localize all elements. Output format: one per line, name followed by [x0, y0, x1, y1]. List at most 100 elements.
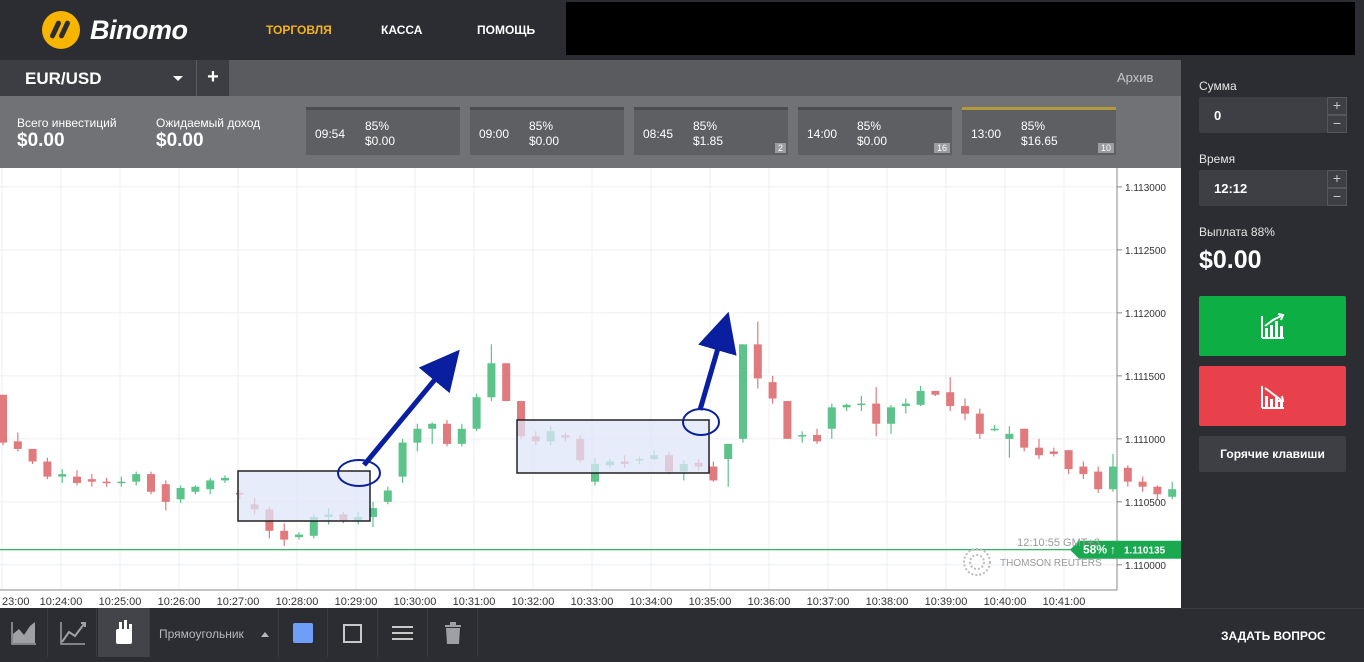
- add-asset-button[interactable]: +: [197, 60, 229, 96]
- deal-card[interactable]: 14:00 85% $0.00 16: [798, 107, 952, 155]
- x-tick-label: 10:31:00: [453, 596, 496, 608]
- time-decrease-button[interactable]: −: [1327, 188, 1347, 206]
- line-chart-button[interactable]: [49, 608, 97, 657]
- drawn-rectangle[interactable]: [237, 470, 371, 522]
- logo[interactable]: Binomo: [42, 11, 188, 49]
- border-style-button[interactable]: [328, 608, 378, 657]
- candle: [975, 408, 984, 439]
- candle: [842, 403, 851, 412]
- asset-tab-eurusd[interactable]: EUR/USD: [0, 60, 196, 96]
- chevron-down-icon[interactable]: [173, 76, 183, 81]
- area-chart-button[interactable]: [0, 608, 48, 657]
- candle: [487, 344, 496, 402]
- y-tick-label: 1.111000: [1125, 435, 1166, 446]
- y-tick-label: 1.113000: [1125, 183, 1166, 194]
- candle: [428, 422, 437, 444]
- chart-timestamp: 12:10:55 GMT+3: [1017, 537, 1100, 549]
- y-tick-label: 1.112000: [1125, 309, 1166, 320]
- time-increase-button[interactable]: +: [1327, 170, 1347, 188]
- drawn-arrow[interactable]: [697, 311, 737, 411]
- candle: [1094, 466, 1103, 494]
- x-tick-label: 10:26:00: [158, 596, 201, 608]
- y-tick-label: 1.110000: [1125, 561, 1166, 572]
- candle: [798, 431, 807, 443]
- trade-panel: Сумма 0 + − Время 12:12 + − Выплата 88% …: [1181, 60, 1364, 657]
- ask-question-button[interactable]: ЗАДАТЬ ВОПРОС: [1181, 608, 1364, 657]
- color-swatch-icon: [293, 623, 313, 643]
- x-tick-label: 10:25:00: [99, 596, 142, 608]
- expected-income-value: $0.00: [156, 130, 204, 151]
- x-tick-label: 10:30:00: [394, 596, 437, 608]
- candle: [1109, 453, 1117, 492]
- time-input[interactable]: 12:12: [1199, 170, 1327, 206]
- x-tick-label: 10:40:00: [984, 596, 1027, 608]
- candle: [472, 393, 481, 432]
- chart-down-icon: [1261, 386, 1285, 409]
- time-value: 12:12: [1214, 181, 1248, 196]
- drawing-tools-button[interactable]: [98, 608, 150, 657]
- deal-time: 13:00: [971, 127, 1002, 141]
- price-chart[interactable]: 23:00 10:24:00 10:25:00 10:26:00 10:27:00 10:…: [0, 168, 1181, 608]
- nav-help[interactable]: ПОМОЩЬ: [477, 23, 535, 37]
- candle: [1079, 461, 1088, 480]
- deal-card[interactable]: 09:00 85% $0.00: [470, 107, 624, 155]
- deal-percent: 85%: [529, 119, 554, 133]
- candle: [857, 396, 866, 412]
- x-tick-label: 10:35:00: [689, 596, 732, 608]
- logo-text: Binomo: [90, 14, 188, 45]
- deal-count-badge: 16: [933, 143, 950, 153]
- drawn-rectangle[interactable]: [516, 419, 710, 474]
- candle: [191, 485, 200, 495]
- candle: [1005, 426, 1014, 458]
- delete-drawing-button[interactable]: [428, 608, 478, 657]
- candle: [28, 448, 37, 465]
- hotkeys-button[interactable]: Горячие клавиши: [1199, 436, 1346, 472]
- candle: [901, 398, 910, 414]
- line-width-button[interactable]: [378, 608, 428, 657]
- fill-color-button[interactable]: [278, 608, 328, 657]
- candle: [768, 375, 777, 404]
- archive-link[interactable]: Архив: [1117, 70, 1153, 85]
- candle: [1168, 481, 1177, 500]
- x-tick-label: 10:33:00: [571, 596, 614, 608]
- candle: [1123, 465, 1132, 487]
- x-tick-label: 10:37:00: [807, 596, 850, 608]
- nav-trading[interactable]: ТОРГОВЛЯ: [266, 23, 332, 37]
- deal-card[interactable]: 08:45 85% $1.85 2: [634, 107, 788, 155]
- nav-cashier[interactable]: КАССА: [381, 23, 422, 37]
- x-tick-label: 10:27:00: [217, 596, 260, 608]
- candle: [1138, 476, 1147, 492]
- candle: [1049, 447, 1058, 457]
- candle: [176, 485, 185, 504]
- sell-down-button[interactable]: [1199, 366, 1346, 426]
- expected-income-label: Ожидаемый доход: [156, 116, 261, 130]
- candle: [398, 438, 407, 483]
- price-line-group: 58% ↑ 1.110135: [0, 540, 1181, 559]
- shape-select-label[interactable]: Прямоугольник: [159, 627, 244, 641]
- candle: [931, 390, 940, 397]
- amount-decrease-button[interactable]: −: [1327, 115, 1347, 133]
- candle: [457, 423, 466, 447]
- deal-amount: $16.65: [1021, 134, 1058, 148]
- y-tick-label: 1.112500: [1125, 246, 1166, 257]
- amount-value: 0: [1214, 108, 1222, 123]
- candle: [813, 428, 821, 444]
- buy-up-button[interactable]: [1199, 296, 1346, 356]
- amount-input[interactable]: 0: [1199, 97, 1327, 133]
- candle: [1020, 428, 1029, 452]
- reuters-logo-icon: [963, 548, 991, 576]
- candle: [753, 321, 762, 389]
- deal-amount: $0.00: [529, 134, 560, 148]
- candle: [13, 432, 22, 452]
- x-tick-label: 10:41:00: [1043, 596, 1086, 608]
- deal-percent: 85%: [693, 119, 718, 133]
- menu-lines-icon: [392, 626, 413, 640]
- chevron-up-icon[interactable]: [261, 632, 269, 637]
- deal-card[interactable]: 09:54 85% $0.00: [306, 107, 460, 155]
- amount-increase-button[interactable]: +: [1327, 97, 1347, 115]
- candle: [961, 398, 969, 420]
- candlestick-chart[interactable]: 23:00 10:24:00 10:25:00 10:26:00 10:27:00 10:…: [0, 168, 1181, 608]
- deal-card[interactable]: 13:00 85% $16.65 10: [962, 107, 1116, 155]
- candle: [43, 457, 52, 480]
- data-provider-label: THOMSON REUTERS: [1000, 558, 1102, 569]
